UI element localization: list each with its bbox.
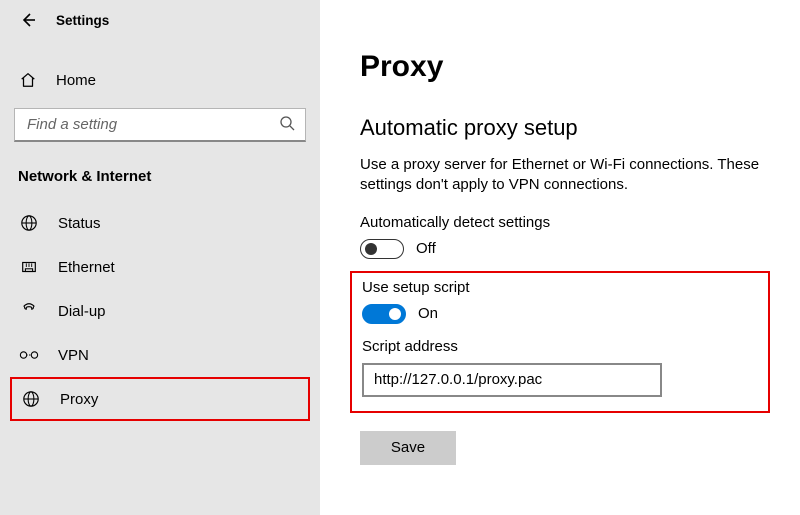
sidebar-nav: Status Ethernet (0, 201, 320, 421)
arrow-left-icon (20, 12, 36, 28)
setup-script-toggle[interactable] (362, 304, 406, 324)
globe-icon (20, 390, 42, 408)
sidebar-item-label: Ethernet (58, 259, 115, 276)
sidebar-item-vpn[interactable]: VPN (0, 333, 320, 377)
window-title: Settings (56, 13, 109, 28)
setup-script-row: On (362, 304, 754, 324)
save-button[interactable]: Save (360, 431, 456, 465)
auto-detect-row: Off (360, 239, 800, 259)
search-icon (279, 115, 295, 134)
home-label: Home (56, 72, 96, 89)
vpn-icon (18, 348, 40, 362)
sidebar-item-ethernet[interactable]: Ethernet (0, 245, 320, 289)
setup-script-state: On (418, 305, 438, 322)
search-input[interactable] (25, 115, 279, 134)
sidebar-item-label: Dial-up (58, 303, 106, 320)
sidebar-item-proxy[interactable]: Proxy (10, 377, 310, 421)
home-icon (18, 71, 38, 89)
main-panel: Proxy Automatic proxy setup Use a proxy … (320, 0, 800, 515)
auto-detect-state: Off (416, 240, 436, 257)
search-wrap (0, 108, 320, 142)
sidebar-item-home[interactable]: Home (0, 62, 320, 98)
setup-script-label: Use setup script (362, 279, 754, 296)
back-button[interactable] (18, 10, 38, 30)
section-description: Use a proxy server for Ethernet or Wi-Fi… (360, 155, 775, 196)
sidebar-item-label: Proxy (60, 391, 98, 408)
toggle-knob (365, 243, 377, 255)
auto-detect-label: Automatically detect settings (360, 214, 800, 231)
sidebar-item-status[interactable]: Status (0, 201, 320, 245)
sidebar: Settings Home Network & Intern (0, 0, 320, 515)
sidebar-item-dialup[interactable]: Dial-up (0, 289, 320, 333)
script-address-label: Script address (362, 338, 754, 355)
settings-window: Settings Home Network & Intern (0, 0, 800, 515)
globe-icon (18, 214, 40, 232)
page-title: Proxy (360, 50, 800, 83)
title-bar: Settings (0, 6, 320, 40)
sidebar-category: Network & Internet (0, 168, 320, 185)
phone-icon (18, 302, 40, 320)
sidebar-item-label: Status (58, 215, 101, 232)
sidebar-item-label: VPN (58, 347, 89, 364)
auto-detect-toggle[interactable] (360, 239, 404, 259)
search-box[interactable] (14, 108, 306, 142)
section-title: Automatic proxy setup (360, 115, 800, 141)
script-address-input[interactable] (362, 363, 662, 397)
toggle-knob (389, 308, 401, 320)
setup-script-group: Use setup script On Script address (350, 271, 770, 413)
ethernet-icon (18, 258, 40, 276)
